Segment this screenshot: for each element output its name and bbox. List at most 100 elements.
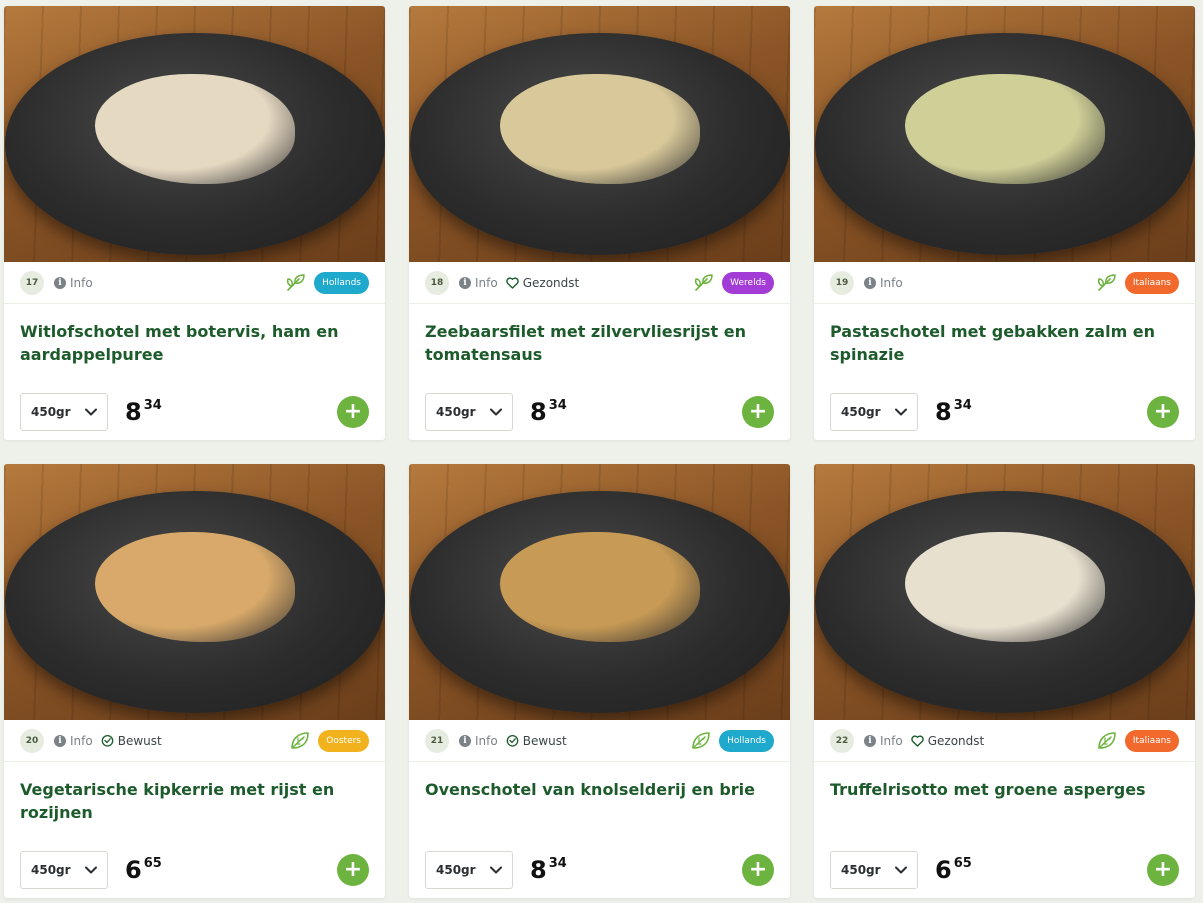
weight-select[interactable]: 450gr xyxy=(20,393,108,431)
price-euros: 8 xyxy=(935,398,952,426)
heart-icon xyxy=(911,734,926,747)
info-link[interactable]: i Info xyxy=(459,276,498,290)
info-link[interactable]: i Info xyxy=(54,276,93,290)
product-photo[interactable] xyxy=(4,464,385,720)
chevron-down-icon xyxy=(85,408,97,416)
add-to-cart-button[interactable]: + xyxy=(742,396,774,428)
product-actions: 450gr 8 34 + xyxy=(409,384,790,440)
weight-value: 450gr xyxy=(436,405,476,419)
product-photo[interactable] xyxy=(814,6,1195,262)
add-to-cart-button[interactable]: + xyxy=(337,396,369,428)
weight-value: 450gr xyxy=(841,863,881,877)
info-icon: i xyxy=(864,276,876,289)
heart-icon xyxy=(506,276,521,289)
weight-select[interactable]: 450gr xyxy=(830,393,918,431)
info-label: Info xyxy=(70,275,93,290)
product-title[interactable]: Vegetarische kipkerrie met rijst en rozi… xyxy=(4,762,385,842)
add-to-cart-button[interactable]: + xyxy=(1147,396,1179,428)
price-cents: 34 xyxy=(143,398,162,413)
product-actions: 450gr 8 34 + xyxy=(409,842,790,898)
info-link[interactable]: i Info xyxy=(54,734,93,748)
weight-select[interactable]: 450gr xyxy=(20,851,108,889)
product-photo[interactable] xyxy=(4,6,385,262)
product-meta-bar: 20 i Info Bewust Oosters xyxy=(4,720,385,762)
chevron-down-icon xyxy=(85,866,97,874)
price-euros: 8 xyxy=(530,398,547,426)
health-tag-label: Gezondst xyxy=(927,733,985,748)
add-to-cart-button[interactable]: + xyxy=(337,854,369,886)
info-link[interactable]: i Info xyxy=(864,276,903,290)
product-price: 8 34 xyxy=(530,398,567,426)
leaf-icon xyxy=(691,731,711,750)
product-number-badge: 19 xyxy=(830,270,854,295)
product-actions: 450gr 8 34 + xyxy=(4,384,385,440)
health-tag-label: Bewust xyxy=(522,733,567,748)
cuisine-badge: Werelds xyxy=(722,271,774,294)
price-cents: 34 xyxy=(548,856,567,871)
weight-select[interactable]: 450gr xyxy=(425,851,513,889)
weight-value: 450gr xyxy=(841,405,881,419)
health-tag-label: Gezondst xyxy=(522,275,580,290)
product-card[interactable]: 21 i Info Bewust Hollands Ovenschotel va… xyxy=(409,464,790,898)
weight-value: 450gr xyxy=(31,863,71,877)
price-cents: 34 xyxy=(953,398,972,413)
health-tag: Bewust xyxy=(101,734,162,748)
product-photo[interactable] xyxy=(409,464,790,720)
leaf-icon xyxy=(1097,731,1117,750)
product-title[interactable]: Ovenschotel van knolselderij en brie xyxy=(409,762,790,842)
price-cents: 65 xyxy=(143,856,162,871)
product-actions: 450gr 6 65 + xyxy=(814,842,1195,898)
product-actions: 450gr 8 34 + xyxy=(814,384,1195,440)
product-card[interactable]: 22 i Info Gezondst Italiaans Truffelriso… xyxy=(814,464,1195,898)
product-grid: 17 i Info Hollands Witlofschotel met bot… xyxy=(4,6,1199,903)
weight-value: 450gr xyxy=(31,405,71,419)
chevron-down-icon xyxy=(895,408,907,416)
sprout-icon xyxy=(286,273,306,292)
weight-select[interactable]: 450gr xyxy=(425,393,513,431)
price-euros: 8 xyxy=(530,856,547,884)
product-price: 8 34 xyxy=(530,856,567,884)
add-to-cart-button[interactable]: + xyxy=(1147,854,1179,886)
cuisine-badge: Hollands xyxy=(314,271,369,294)
product-number-badge: 17 xyxy=(20,270,44,295)
health-tag: Gezondst xyxy=(506,275,580,290)
info-label: Info xyxy=(880,733,903,748)
product-meta-bar: 19 i Info Italiaans xyxy=(814,262,1195,304)
info-link[interactable]: i Info xyxy=(864,734,903,748)
product-photo[interactable] xyxy=(409,6,790,262)
smile-badge-icon xyxy=(101,734,116,747)
product-title[interactable]: Witlofschotel met botervis, ham en aarda… xyxy=(4,304,385,384)
info-label: Info xyxy=(70,733,93,748)
product-meta-bar: 21 i Info Bewust Hollands xyxy=(409,720,790,762)
product-card[interactable]: 20 i Info Bewust Oosters Vegetarische ki… xyxy=(4,464,385,898)
product-card[interactable]: 18 i Info Gezondst Werelds Zeebaarsfilet… xyxy=(409,6,790,440)
health-tag-label: Bewust xyxy=(117,733,162,748)
weight-select[interactable]: 450gr xyxy=(830,851,918,889)
chevron-down-icon xyxy=(895,866,907,874)
product-meta-bar: 22 i Info Gezondst Italiaans xyxy=(814,720,1195,762)
product-meta-bar: 17 i Info Hollands xyxy=(4,262,385,304)
cuisine-badge: Oosters xyxy=(318,729,369,752)
health-tag: Bewust xyxy=(506,734,567,748)
cuisine-badge: Italiaans xyxy=(1124,271,1179,294)
info-icon: i xyxy=(54,276,66,289)
product-number-badge: 18 xyxy=(425,270,449,295)
price-euros: 6 xyxy=(935,856,952,884)
info-label: Info xyxy=(475,275,498,290)
product-title[interactable]: Truffelrisotto met groene asperges xyxy=(814,762,1195,842)
product-price: 8 34 xyxy=(935,398,972,426)
weight-value: 450gr xyxy=(436,863,476,877)
cuisine-badge: Hollands xyxy=(719,729,774,752)
product-price: 6 65 xyxy=(935,856,972,884)
product-card[interactable]: 19 i Info Italiaans Pastaschotel met geb… xyxy=(814,6,1195,440)
product-title[interactable]: Pastaschotel met gebakken zalm en spinaz… xyxy=(814,304,1195,384)
sprout-icon xyxy=(1097,273,1117,292)
info-link[interactable]: i Info xyxy=(459,734,498,748)
sprout-icon xyxy=(694,273,714,292)
product-price: 6 65 xyxy=(125,856,162,884)
add-to-cart-button[interactable]: + xyxy=(742,854,774,886)
product-card[interactable]: 17 i Info Hollands Witlofschotel met bot… xyxy=(4,6,385,440)
product-title[interactable]: Zeebaarsfilet met zilvervliesrijst en to… xyxy=(409,304,790,384)
product-number-badge: 21 xyxy=(425,728,449,753)
product-photo[interactable] xyxy=(814,464,1195,720)
